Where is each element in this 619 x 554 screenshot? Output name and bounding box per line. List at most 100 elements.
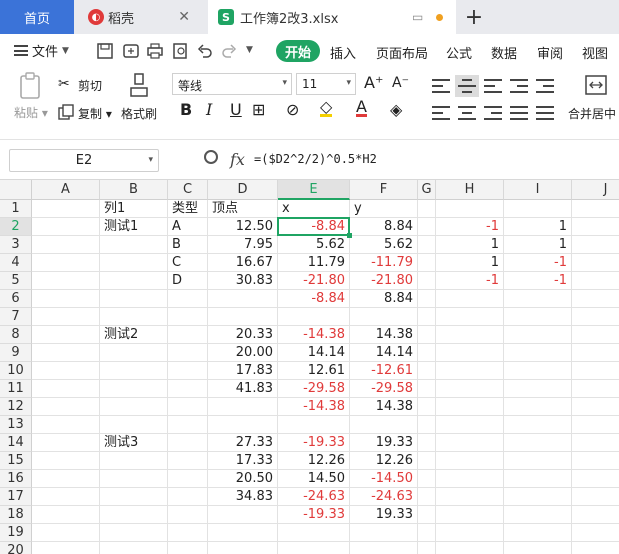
clear-format-icon[interactable]: ◈ <box>390 100 402 119</box>
name-box[interactable]: E2 ▾ <box>9 149 159 172</box>
cell-d17[interactable]: 34.83 <box>208 488 278 506</box>
cell-b4[interactable] <box>100 254 168 272</box>
cell-d19[interactable] <box>208 524 278 542</box>
distributed-icon[interactable] <box>536 106 554 120</box>
align-center-icon[interactable] <box>458 106 476 120</box>
cell-d3[interactable]: 7.95 <box>208 236 278 254</box>
cell-i11[interactable] <box>504 380 572 398</box>
cell-h1[interactable] <box>436 200 504 218</box>
cell-g9[interactable] <box>418 344 436 362</box>
cell-j11[interactable] <box>572 380 619 398</box>
tab-daoke[interactable]: ◐ 稻壳 ✕ <box>80 0 200 34</box>
cell-g8[interactable] <box>418 326 436 344</box>
border-icon[interactable]: ⊞ <box>252 100 265 119</box>
cell-b5[interactable] <box>100 272 168 290</box>
align-bottom-icon[interactable] <box>484 79 502 93</box>
cell-g7[interactable] <box>418 308 436 326</box>
cell-d15[interactable]: 17.33 <box>208 452 278 470</box>
cell-e7[interactable] <box>278 308 350 326</box>
cell-j12[interactable] <box>572 398 619 416</box>
cell-f3[interactable]: 5.62 <box>350 236 418 254</box>
cell-f19[interactable] <box>350 524 418 542</box>
cell-i13[interactable] <box>504 416 572 434</box>
spreadsheet-grid[interactable]: A B C D E F G H I J 1 列1 类型 顶点 x y 2 测试1 A 12.50 -8.84 8.84 -1… <box>0 180 619 554</box>
cell-i12[interactable] <box>504 398 572 416</box>
cell-f7[interactable] <box>350 308 418 326</box>
cell-h3[interactable]: 1 <box>436 236 504 254</box>
cell-c5[interactable]: D <box>168 272 208 290</box>
cell-g10[interactable] <box>418 362 436 380</box>
cell-h5[interactable]: -1 <box>436 272 504 290</box>
cell-e1[interactable]: x <box>278 200 350 218</box>
cell-h19[interactable] <box>436 524 504 542</box>
row-header-6[interactable]: 6 <box>0 290 32 308</box>
cell-j6[interactable] <box>572 290 619 308</box>
font-name-select[interactable]: 等线 ▾ <box>172 73 292 95</box>
close-icon[interactable]: ✕ <box>178 9 190 25</box>
cell-e14[interactable]: -19.33 <box>278 434 350 452</box>
cell-f9[interactable]: 14.14 <box>350 344 418 362</box>
row-header-1[interactable]: 1 <box>0 200 32 218</box>
cell-g5[interactable] <box>418 272 436 290</box>
paste-button[interactable]: 粘贴 ▾ <box>14 104 48 121</box>
cell-e10[interactable]: 12.61 <box>278 362 350 380</box>
align-middle-icon[interactable] <box>458 79 476 93</box>
cell-h11[interactable] <box>436 380 504 398</box>
cell-a18[interactable] <box>32 506 100 524</box>
cell-f12[interactable]: 14.38 <box>350 398 418 416</box>
cell-a4[interactable] <box>32 254 100 272</box>
cell-j5[interactable] <box>572 272 619 290</box>
cell-a5[interactable] <box>32 272 100 290</box>
column-header-a[interactable]: A <box>32 180 100 200</box>
cell-a15[interactable] <box>32 452 100 470</box>
cell-h8[interactable] <box>436 326 504 344</box>
cell-c2[interactable]: A <box>168 218 208 236</box>
cell-h12[interactable] <box>436 398 504 416</box>
cell-e8[interactable]: -14.38 <box>278 326 350 344</box>
menu-page-layout[interactable]: 页面布局 <box>376 43 428 62</box>
row-header-2[interactable]: 2 <box>0 218 32 236</box>
cell-e20[interactable] <box>278 542 350 554</box>
cell-a9[interactable] <box>32 344 100 362</box>
cell-b7[interactable] <box>100 308 168 326</box>
cell-g19[interactable] <box>418 524 436 542</box>
cell-i7[interactable] <box>504 308 572 326</box>
cell-i18[interactable] <box>504 506 572 524</box>
cell-b19[interactable] <box>100 524 168 542</box>
monitor-icon[interactable]: ▭ <box>412 10 423 24</box>
cell-e12[interactable]: -14.38 <box>278 398 350 416</box>
cell-f8[interactable]: 14.38 <box>350 326 418 344</box>
column-header-e[interactable]: E <box>278 180 350 200</box>
cell-h4[interactable]: 1 <box>436 254 504 272</box>
cell-e4[interactable]: 11.79 <box>278 254 350 272</box>
align-right-icon[interactable] <box>484 106 502 120</box>
cell-i8[interactable] <box>504 326 572 344</box>
cell-j3[interactable] <box>572 236 619 254</box>
menu-review[interactable]: 审阅 <box>537 43 563 62</box>
strikethrough-icon[interactable]: ⊘ <box>286 100 299 119</box>
cell-a10[interactable] <box>32 362 100 380</box>
cell-d20[interactable] <box>208 542 278 554</box>
cell-h9[interactable] <box>436 344 504 362</box>
bold-button[interactable]: B <box>180 100 192 119</box>
cell-j20[interactable] <box>572 542 619 554</box>
cell-b20[interactable] <box>100 542 168 554</box>
cell-j7[interactable] <box>572 308 619 326</box>
cell-b11[interactable] <box>100 380 168 398</box>
cell-g17[interactable] <box>418 488 436 506</box>
cell-c7[interactable] <box>168 308 208 326</box>
cell-e19[interactable] <box>278 524 350 542</box>
cell-a13[interactable] <box>32 416 100 434</box>
cell-b15[interactable] <box>100 452 168 470</box>
row-header-17[interactable]: 17 <box>0 488 32 506</box>
cell-a1[interactable] <box>32 200 100 218</box>
row-header-15[interactable]: 15 <box>0 452 32 470</box>
cell-c15[interactable] <box>168 452 208 470</box>
row-header-8[interactable]: 8 <box>0 326 32 344</box>
cell-b2[interactable]: 测试1 <box>100 218 168 236</box>
cell-i9[interactable] <box>504 344 572 362</box>
cell-b1[interactable]: 列1 <box>100 200 168 218</box>
export-icon[interactable] <box>122 42 140 60</box>
cell-d16[interactable]: 20.50 <box>208 470 278 488</box>
fill-handle[interactable] <box>347 233 352 238</box>
